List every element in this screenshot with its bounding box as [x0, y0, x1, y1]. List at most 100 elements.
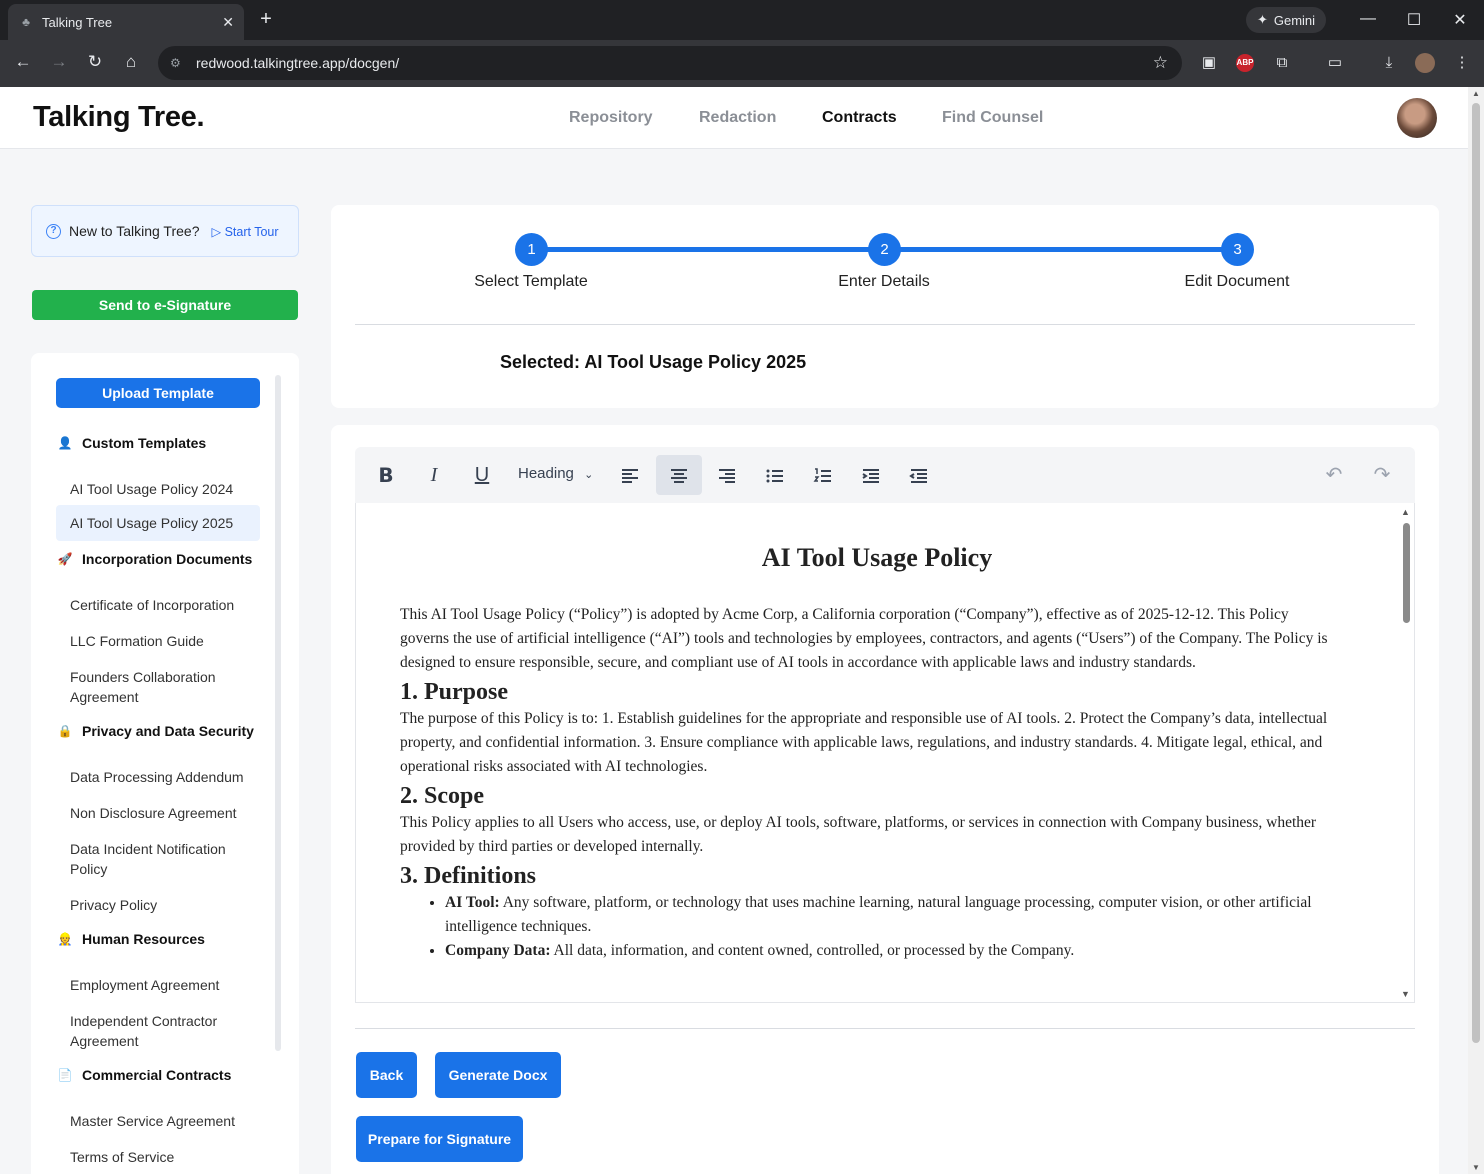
bookmark-star-icon[interactable]: ☆ — [1153, 53, 1168, 73]
align-left-icon[interactable] — [607, 455, 653, 495]
selected-template-text: Selected: AI Tool Usage Policy 2025 — [500, 352, 807, 372]
address-bar[interactable]: ⚙ redwood.talkingtree.app/docgen/ ☆ — [158, 46, 1182, 80]
template-item[interactable]: Master Service Agreement — [56, 1111, 260, 1131]
upload-template-button[interactable]: Upload Template — [56, 378, 260, 408]
definition-text: All data, information, and content owned… — [550, 942, 1075, 959]
template-item[interactable]: Certificate of Incorporation — [56, 595, 260, 615]
document-icon: 📄 — [57, 1068, 73, 1082]
template-item[interactable]: Founders Collaboration Agreement — [56, 667, 260, 707]
send-to-esignature-button[interactable]: Send to e-Signature — [32, 290, 298, 320]
page-scroll-thumb[interactable] — [1472, 103, 1480, 1043]
template-item[interactable]: Data Processing Addendum — [56, 767, 260, 787]
document-scroll-thumb[interactable] — [1403, 523, 1410, 623]
start-tour-label: Start Tour — [224, 224, 279, 239]
definitions-list: AI Tool: Any software, platform, or tech… — [445, 891, 1340, 963]
app-logo[interactable]: Talking Tree. — [33, 101, 205, 134]
lock-icon: 🔒 — [57, 724, 73, 738]
top-navigation: Talking Tree. Repository Redaction Contr… — [0, 87, 1468, 149]
sidebar-scrollbar[interactable] — [275, 375, 281, 1051]
document-content[interactable]: AI Tool Usage Policy This AI Tool Usage … — [400, 543, 1340, 963]
worker-icon: 👷 — [57, 932, 73, 946]
close-tab-icon[interactable]: ✕ — [222, 14, 234, 31]
minimize-icon[interactable]: — — [1358, 10, 1378, 28]
close-window-icon[interactable]: ✕ — [1450, 10, 1470, 30]
list-item: Company Data: All data, information, and… — [445, 939, 1340, 963]
tab-title: Talking Tree — [42, 14, 113, 30]
heading-select[interactable]: Heading ⌄ — [518, 465, 593, 482]
page-scrollbar[interactable]: ▲ ▼ — [1468, 87, 1484, 1174]
category-human-resources: 👷 Human Resources — [57, 931, 205, 947]
bullet-list-icon[interactable] — [752, 455, 798, 495]
template-item[interactable]: AI Tool Usage Policy 2024 — [56, 479, 260, 499]
new-tab-icon[interactable]: + — [255, 8, 277, 30]
document-editor[interactable]: AI Tool Usage Policy This AI Tool Usage … — [355, 503, 1415, 1003]
nav-redaction[interactable]: Redaction — [699, 109, 776, 127]
category-commercial: 📄 Commercial Contracts — [57, 1067, 232, 1083]
reload-icon[interactable]: ↻ — [84, 52, 106, 72]
editor-toolbar: 𝗕 I U Heading ⌄ ↶ ↷ — [355, 447, 1415, 503]
intro-paragraph: This AI Tool Usage Policy (“Policy”) is … — [400, 606, 1328, 671]
nav-repository[interactable]: Repository — [569, 109, 653, 127]
list-item: AI Tool: Any software, platform, or tech… — [445, 891, 1340, 939]
browser-toolbar: ← → ↻ ⌂ ⚙ redwood.talkingtree.app/docgen… — [0, 40, 1484, 87]
undo-icon[interactable]: ↶ — [1311, 455, 1357, 495]
scroll-up-icon[interactable]: ▲ — [1471, 89, 1481, 98]
scroll-down-icon[interactable]: ▼ — [1401, 989, 1410, 999]
template-item[interactable]: Terms of Service — [56, 1147, 260, 1167]
template-item[interactable]: Independent Contractor Agreement — [56, 1011, 260, 1051]
gemini-button[interactable]: ✦ Gemini — [1246, 7, 1326, 33]
download-icon[interactable]: ⤓ — [1378, 52, 1400, 74]
definition-term: Company Data: — [445, 942, 551, 959]
section-heading: 3. Definitions — [400, 863, 537, 889]
template-item[interactable]: Employment Agreement — [56, 975, 260, 995]
category-title: Privacy and Data Security — [82, 723, 254, 739]
back-arrow-icon[interactable]: ← — [12, 52, 34, 72]
nav-contracts[interactable]: Contracts — [822, 109, 897, 127]
browser-tab[interactable]: ♣ Talking Tree ✕ — [8, 4, 244, 40]
section-paragraph: This Policy applies to all Users who acc… — [400, 814, 1317, 855]
step-3-dot[interactable]: 3 — [1221, 233, 1254, 266]
indent-icon[interactable] — [848, 455, 894, 495]
scroll-up-icon[interactable]: ▲ — [1401, 507, 1410, 517]
site-info-icon[interactable]: ⚙ — [170, 56, 188, 70]
step-2-dot[interactable]: 2 — [868, 233, 901, 266]
underline-icon[interactable]: U — [459, 455, 505, 495]
user-avatar[interactable] — [1397, 98, 1437, 138]
template-item[interactable]: Privacy Policy — [56, 895, 260, 915]
redo-icon[interactable]: ↷ — [1359, 455, 1405, 495]
scroll-down-icon[interactable]: ▼ — [1471, 1163, 1481, 1172]
prepare-for-signature-button[interactable]: Prepare for Signature — [356, 1116, 523, 1162]
profile-avatar-icon[interactable] — [1415, 53, 1435, 73]
definition-term: AI Tool: — [445, 894, 500, 911]
italic-icon[interactable]: I — [411, 455, 457, 495]
align-center-icon[interactable] — [656, 455, 702, 495]
forward-arrow-icon[interactable]: → — [48, 52, 70, 72]
page: Talking Tree. Repository Redaction Contr… — [0, 87, 1468, 1174]
extension-icon[interactable]: ▣ — [1198, 52, 1220, 74]
generate-docx-button[interactable]: Generate Docx — [435, 1052, 561, 1098]
puzzle-extensions-icon[interactable]: ⧉ — [1271, 52, 1293, 74]
numbered-list-icon[interactable] — [800, 455, 846, 495]
step-1-dot[interactable]: 1 — [515, 233, 548, 266]
reading-mode-icon[interactable]: ▭ — [1324, 52, 1346, 74]
adblock-icon[interactable]: ABP — [1236, 54, 1254, 72]
nav-find-counsel[interactable]: Find Counsel — [942, 109, 1043, 127]
template-item-selected[interactable]: AI Tool Usage Policy 2025 — [56, 505, 260, 541]
bold-icon[interactable]: 𝗕 — [363, 455, 409, 495]
start-tour-link[interactable]: ▷ Start Tour — [211, 224, 278, 239]
divider — [355, 324, 1415, 325]
outdent-icon[interactable] — [896, 455, 942, 495]
home-icon[interactable]: ⌂ — [120, 52, 142, 72]
maximize-icon[interactable]: ☐ — [1404, 10, 1424, 30]
category-title: Incorporation Documents — [82, 551, 253, 567]
section-paragraph: The purpose of this Policy is to: 1. Est… — [400, 710, 1328, 775]
menu-dots-icon[interactable]: ⋮ — [1451, 52, 1473, 74]
align-right-icon[interactable] — [704, 455, 750, 495]
template-item[interactable]: Data Incident Notification Policy — [56, 839, 260, 879]
template-item[interactable]: LLC Formation Guide — [56, 631, 260, 651]
document-scrollbar[interactable]: ▲ ▼ — [1400, 507, 1412, 999]
template-sidebar: Upload Template 👤 Custom Templates AI To… — [31, 353, 299, 1174]
template-item[interactable]: Non Disclosure Agreement — [56, 803, 260, 823]
back-button[interactable]: Back — [356, 1052, 417, 1098]
tour-text: New to Talking Tree? — [69, 223, 200, 239]
